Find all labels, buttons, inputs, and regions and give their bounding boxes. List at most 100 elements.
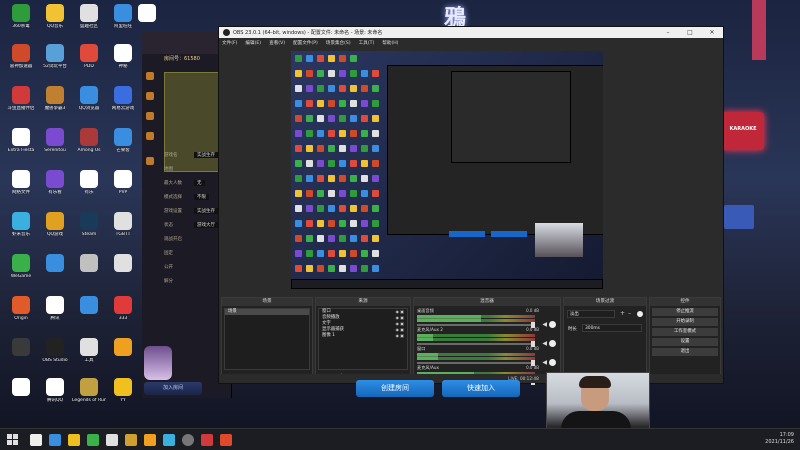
taskbar-app-icon[interactable] (49, 434, 61, 446)
desktop-icon[interactable]: Steam (72, 212, 106, 237)
desktop-icon[interactable]: Among Us (72, 128, 106, 153)
desktop-icon[interactable]: 有乐 (72, 170, 106, 195)
game-setting-value[interactable]: 无 (194, 180, 205, 186)
desktop-icon[interactable]: 神秘 (106, 44, 140, 69)
taskbar-app-icon[interactable] (87, 434, 99, 446)
add-transition-button[interactable]: + (620, 310, 625, 317)
create-room-button[interactable]: 创建房间 (356, 380, 434, 397)
taskbar-app-icon[interactable] (220, 434, 232, 446)
obs-menu-item[interactable]: 工具(T) (359, 40, 375, 46)
desktop-icon[interactable] (72, 296, 106, 316)
quick-join-button[interactable]: 快速加入 (442, 380, 520, 397)
desktop-icon[interactable]: QQ音乐 (38, 4, 72, 29)
taskbar-app-icon[interactable] (182, 434, 194, 446)
obs-window[interactable]: OBS 23.0.1 (64-bit, windows) - 配置文件: 未命名… (218, 26, 724, 385)
obs-preview[interactable] (291, 51, 603, 289)
desktop-icon[interactable]: 有乐看 (38, 170, 72, 195)
game-setting-value[interactable]: 游戏大厅 (194, 222, 218, 228)
close-icon[interactable]: ✕ (701, 29, 723, 36)
desktop-icon[interactable]: OBS Studio (38, 338, 72, 363)
source-item[interactable]: 图像 1 ◉ ▣ (319, 333, 407, 339)
desktop-icon-label: 网络文件 (12, 190, 30, 195)
join-room-button[interactable]: 加入房间 (144, 382, 202, 395)
desktop-icon[interactable] (38, 254, 72, 274)
desktop-icon-label: TGBTT (115, 232, 131, 237)
game-setting-value[interactable]: 实战生存 (194, 208, 218, 214)
desktop-icon[interactable]: 网易云游戏 (106, 86, 140, 111)
desktop-icon[interactable]: Origin (4, 296, 38, 321)
desktop-icon[interactable]: PDD (72, 44, 106, 69)
preview-desktop-icon (372, 70, 379, 77)
game-setting-value[interactable]: 实战生存 (194, 152, 218, 158)
transition-select[interactable]: 淡出 (567, 310, 615, 318)
desktop-icon[interactable]: 斗鱼直播伴侣 (4, 86, 38, 111)
volume-slider[interactable] (417, 324, 535, 326)
visibility-lock-icon[interactable]: ◉ ▣ (395, 333, 404, 339)
desktop-icon[interactable]: 盛趣社区 (72, 4, 106, 29)
obs-menu-item[interactable]: 文件(F) (222, 40, 237, 46)
app-icon (46, 86, 64, 104)
taskbar-app-icon[interactable] (144, 434, 156, 446)
side-icon[interactable] (146, 112, 154, 120)
studio-mode-button[interactable]: 工作室模式 (652, 328, 718, 336)
desktop-icon[interactable] (4, 338, 38, 358)
desktop-icon[interactable]: 芒果客 (106, 128, 140, 153)
maximize-icon[interactable]: □ (679, 29, 701, 36)
desktop-icon[interactable]: YY (106, 378, 140, 403)
game-setting-label: 固定 (164, 251, 173, 256)
desktop-icon[interactable]: 52试玩平台 (38, 44, 72, 69)
taskbar-app-icon[interactable] (201, 434, 213, 446)
desktop-icon[interactable]: 333 (106, 296, 140, 321)
volume-slider[interactable] (417, 362, 535, 364)
start-recording-button[interactable]: 开始录制 (652, 318, 718, 326)
side-icon[interactable] (146, 92, 154, 100)
desktop-icon[interactable]: TGBTT (106, 212, 140, 237)
desktop-icon[interactable]: QQ游戏 (38, 212, 72, 237)
desktop-icon[interactable] (106, 254, 140, 274)
taskbar-app-icon[interactable] (125, 434, 137, 446)
side-icon[interactable] (146, 132, 154, 140)
taskbar-app-icon[interactable] (106, 434, 118, 446)
settings-button[interactable]: 设置 (652, 338, 718, 346)
taskbar-clock[interactable]: 17:09 2021/11/26 (765, 432, 794, 446)
desktop-icon[interactable]: QQ浏览器 (72, 86, 106, 111)
minimize-icon[interactable]: – (657, 29, 679, 36)
desktop-icon[interactable]: 魔兽争霸3 (38, 86, 72, 111)
desktop-icon[interactable]: 雷神加速器 (4, 44, 38, 69)
desktop-icon[interactable] (72, 254, 106, 274)
obs-menu-item[interactable]: 场景集合(S) (326, 40, 351, 46)
desktop-icon[interactable] (4, 378, 38, 398)
scene-item[interactable]: 场景 (225, 309, 309, 315)
desktop-icon[interactable] (130, 4, 164, 24)
desktop-icon[interactable]: 工具 (72, 338, 106, 363)
desktop-icon[interactable]: PVP (106, 170, 140, 195)
obs-menu-item[interactable]: 编辑(E) (245, 40, 261, 46)
volume-slider[interactable] (417, 343, 535, 345)
taskbar-app-icon[interactable] (68, 434, 80, 446)
stop-streaming-button[interactable]: 停止推流 (652, 308, 718, 316)
neon-sign-right: KARAOKE (729, 126, 757, 132)
desktop-icon[interactable]: 网络文件 (4, 170, 38, 195)
desktop-icon[interactable]: Extra Fiesta (4, 128, 38, 153)
windows-start-icon[interactable] (7, 434, 19, 446)
desktop-icon[interactable]: 虾米音乐 (4, 212, 38, 237)
desktop-icon[interactable]: Serenitou (38, 128, 72, 153)
desktop-icon[interactable]: 腾讯 (38, 296, 72, 321)
obs-menu-item[interactable]: 帮助(H) (382, 40, 398, 46)
side-icon[interactable] (146, 72, 154, 80)
obs-menu-item[interactable]: 查看(V) (269, 40, 285, 46)
transition-gear-icon[interactable] (637, 311, 643, 317)
desktop-icon[interactable]: WeGame (4, 254, 38, 279)
obs-menu-item[interactable]: 配置文件(P) (293, 40, 318, 46)
duration-input[interactable]: 300ms (582, 324, 642, 332)
desktop-icon[interactable] (106, 338, 140, 358)
taskbar-app-icon[interactable] (30, 434, 42, 446)
taskbar-app-icon[interactable] (163, 434, 175, 446)
side-icon[interactable] (146, 157, 154, 165)
desktop-icon[interactable]: 360杀毒 (4, 4, 38, 29)
game-setting-value[interactable]: 不限 (194, 194, 209, 200)
desktop-icon[interactable]: Legends of Runeterra (72, 378, 106, 403)
exit-button[interactable]: 退出 (652, 348, 718, 356)
desktop-icon[interactable]: 腾讯QQ (38, 378, 72, 403)
remove-transition-button[interactable]: – (628, 310, 631, 317)
